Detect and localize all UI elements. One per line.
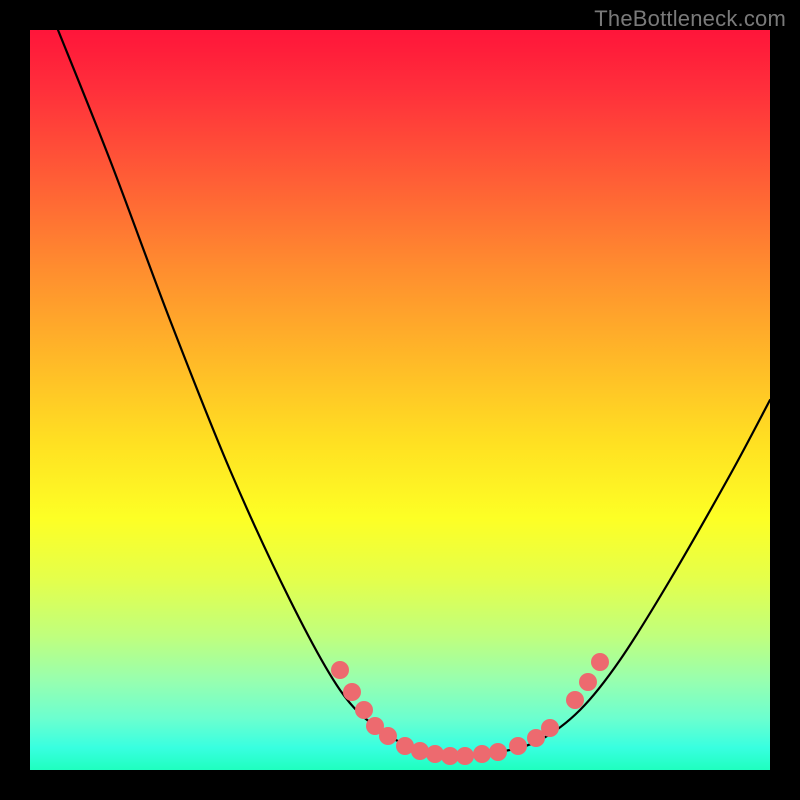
- data-point: [579, 673, 597, 691]
- data-point: [473, 745, 491, 763]
- data-points-group: [331, 653, 609, 765]
- data-point: [456, 747, 474, 765]
- data-point: [379, 727, 397, 745]
- bottleneck-curve: [58, 30, 770, 756]
- data-point: [591, 653, 609, 671]
- data-point: [566, 691, 584, 709]
- data-point: [355, 701, 373, 719]
- data-point: [541, 719, 559, 737]
- data-point: [331, 661, 349, 679]
- data-point: [489, 743, 507, 761]
- chart-svg: [30, 30, 770, 770]
- watermark-text: TheBottleneck.com: [594, 6, 786, 32]
- data-point: [509, 737, 527, 755]
- data-point: [411, 742, 429, 760]
- plot-area: [30, 30, 770, 770]
- data-point: [343, 683, 361, 701]
- chart-container: TheBottleneck.com: [0, 0, 800, 800]
